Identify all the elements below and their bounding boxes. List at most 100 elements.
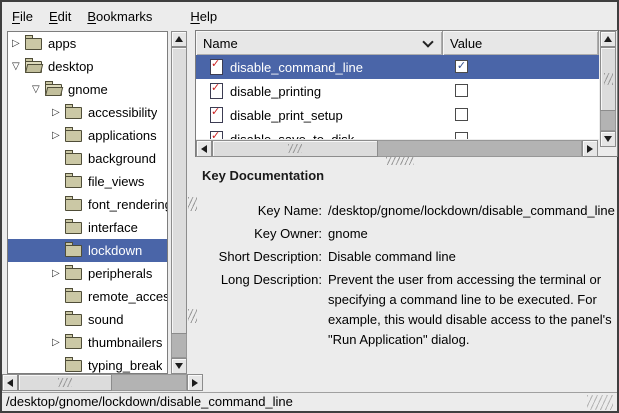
menu-bar: File Edit Bookmarks Help — [2, 2, 617, 30]
short-description-field-value: Disable command line — [328, 247, 619, 267]
tree-item-background[interactable]: background — [8, 147, 167, 170]
expander-collapsed-icon[interactable]: ▷ — [52, 268, 65, 279]
menu-help[interactable]: Help — [184, 5, 223, 28]
tree-item-label: lockdown — [88, 243, 142, 258]
expander-expanded-icon[interactable]: ▽ — [12, 61, 25, 72]
tree-item-sound[interactable]: sound — [8, 308, 167, 331]
tree-item-label: file_views — [88, 174, 144, 189]
list-vscroll-thumb[interactable] — [600, 47, 616, 111]
menu-edit[interactable]: Edit — [43, 5, 77, 28]
tree-item-label: font_rendering — [88, 197, 167, 212]
menu-bookmarks-mnemonic: B — [87, 9, 96, 24]
arrow-right-icon — [587, 145, 593, 153]
tree-item-typing-break[interactable]: typing_break — [8, 354, 167, 374]
key-row-disable-printing[interactable]: disable_printing — [196, 79, 599, 103]
statusbar-path-text: /desktop/gnome/lockdown/disable_command_… — [6, 394, 293, 409]
list-vscroll-down-button[interactable] — [600, 131, 616, 147]
arrow-down-icon — [175, 363, 183, 369]
key-icon — [210, 131, 223, 139]
tree-item-label: applications — [88, 128, 157, 143]
tree-item-label: peripherals — [88, 266, 152, 281]
key-name-label: disable_command_line — [230, 60, 363, 75]
tree-item-thumbnailers[interactable]: ▷ thumbnailers — [8, 331, 167, 354]
expander-collapsed-icon[interactable]: ▷ — [52, 130, 65, 141]
menu-bookmarks[interactable]: Bookmarks — [81, 5, 158, 28]
tree-item-remote-access[interactable]: remote_access — [8, 285, 167, 308]
tree-item-gnome[interactable]: ▽ gnome — [8, 78, 167, 101]
list-hscroll-right-button[interactable] — [582, 140, 598, 157]
value-checkbox-unchecked[interactable] — [455, 84, 468, 97]
menu-file[interactable]: File — [6, 5, 39, 28]
key-row-disable-save-to-disk[interactable]: disable_save_to_disk — [196, 127, 599, 139]
tree-item-applications[interactable]: ▷ applications — [8, 124, 167, 147]
expander-expanded-icon[interactable]: ▽ — [32, 84, 45, 95]
key-owner-field-value: gnome — [328, 224, 619, 244]
key-documentation-title: Key Documentation — [202, 168, 324, 183]
config-tree: ▷ apps ▽ desktop ▽ gnome ▷ accessibility… — [7, 31, 168, 374]
folder-closed-icon — [65, 314, 82, 326]
key-list: disable_command_line ✓ disable_printing … — [196, 55, 599, 139]
tree-item-label: sound — [88, 312, 123, 327]
tree-item-lockdown[interactable]: lockdown — [8, 239, 167, 262]
tree-vscroll-thumb[interactable] — [171, 47, 187, 334]
key-row-disable-command-line[interactable]: disable_command_line ✓ — [196, 55, 599, 79]
folder-closed-icon — [65, 176, 82, 188]
horizontal-pane-handle[interactable] — [196, 157, 617, 166]
arrow-up-icon — [604, 36, 612, 42]
folder-closed-icon — [65, 245, 82, 257]
menu-help-label: elp — [200, 9, 217, 24]
arrow-left-icon — [7, 379, 13, 387]
list-hscroll-left-button[interactable] — [196, 140, 212, 157]
tree-item-label: desktop — [48, 59, 94, 74]
long-description-field-value: Prevent the user from accessing the term… — [328, 270, 619, 350]
menu-file-label: ile — [20, 9, 33, 24]
value-checkbox-checked[interactable]: ✓ — [455, 60, 468, 73]
folder-open-icon — [25, 61, 42, 73]
column-header-name[interactable]: Name — [196, 31, 443, 55]
column-header-value-label: Value — [450, 36, 482, 51]
folder-closed-icon — [65, 291, 82, 303]
column-header-value[interactable]: Value — [443, 31, 599, 55]
sort-indicator-icon — [422, 36, 433, 47]
key-row-disable-print-setup[interactable]: disable_print_setup — [196, 103, 599, 127]
tree-item-label: thumbnailers — [88, 335, 162, 350]
tree-hscroll-thumb[interactable] — [18, 374, 112, 391]
value-checkbox-unchecked[interactable] — [455, 132, 468, 139]
checkmark-icon: ✓ — [457, 60, 466, 72]
expander-collapsed-icon[interactable]: ▷ — [12, 38, 25, 49]
key-list-header: Name Value — [196, 31, 599, 55]
grip-icon — [58, 378, 72, 387]
tree-item-label: remote_access — [88, 289, 167, 304]
key-documentation-panel: Key Documentation Key Name: /desktop/gno… — [196, 166, 617, 390]
tree-vscroll-down-button[interactable] — [171, 358, 187, 374]
folder-closed-icon — [65, 199, 82, 211]
tree-item-accessibility[interactable]: ▷ accessibility — [8, 101, 167, 124]
tree-item-peripherals[interactable]: ▷ peripherals — [8, 262, 167, 285]
tree-item-interface[interactable]: interface — [8, 216, 167, 239]
key-icon — [210, 83, 223, 99]
grip-icon — [288, 144, 302, 153]
tree-hscroll-left-button[interactable] — [2, 374, 18, 391]
key-owner-field-label: Key Owner: — [196, 224, 322, 244]
menu-bookmarks-label: ookmarks — [96, 9, 152, 24]
tree-item-apps[interactable]: ▷ apps — [8, 32, 167, 55]
list-vscroll-up-button[interactable] — [600, 31, 616, 47]
arrow-up-icon — [175, 36, 183, 42]
tree-item-desktop[interactable]: ▽ desktop — [8, 55, 167, 78]
expander-collapsed-icon[interactable]: ▷ — [52, 107, 65, 118]
folder-closed-icon — [65, 153, 82, 165]
menu-help-mnemonic: H — [190, 9, 199, 24]
tree-item-file-views[interactable]: file_views — [8, 170, 167, 193]
grip-icon — [386, 157, 414, 165]
key-documentation-fields: Key Name: /desktop/gnome/lockdown/disabl… — [196, 201, 619, 350]
tree-vscroll-up-button[interactable] — [171, 31, 187, 47]
value-checkbox-unchecked[interactable] — [455, 108, 468, 121]
window-resize-grip[interactable] — [587, 395, 613, 410]
key-icon — [210, 59, 223, 75]
tree-item-label: gnome — [68, 82, 108, 97]
list-hscroll-thumb[interactable] — [212, 140, 378, 157]
tree-item-font-rendering[interactable]: font_rendering — [8, 193, 167, 216]
folder-closed-icon — [65, 360, 82, 372]
expander-collapsed-icon[interactable]: ▷ — [52, 337, 65, 348]
folder-closed-icon — [65, 222, 82, 234]
